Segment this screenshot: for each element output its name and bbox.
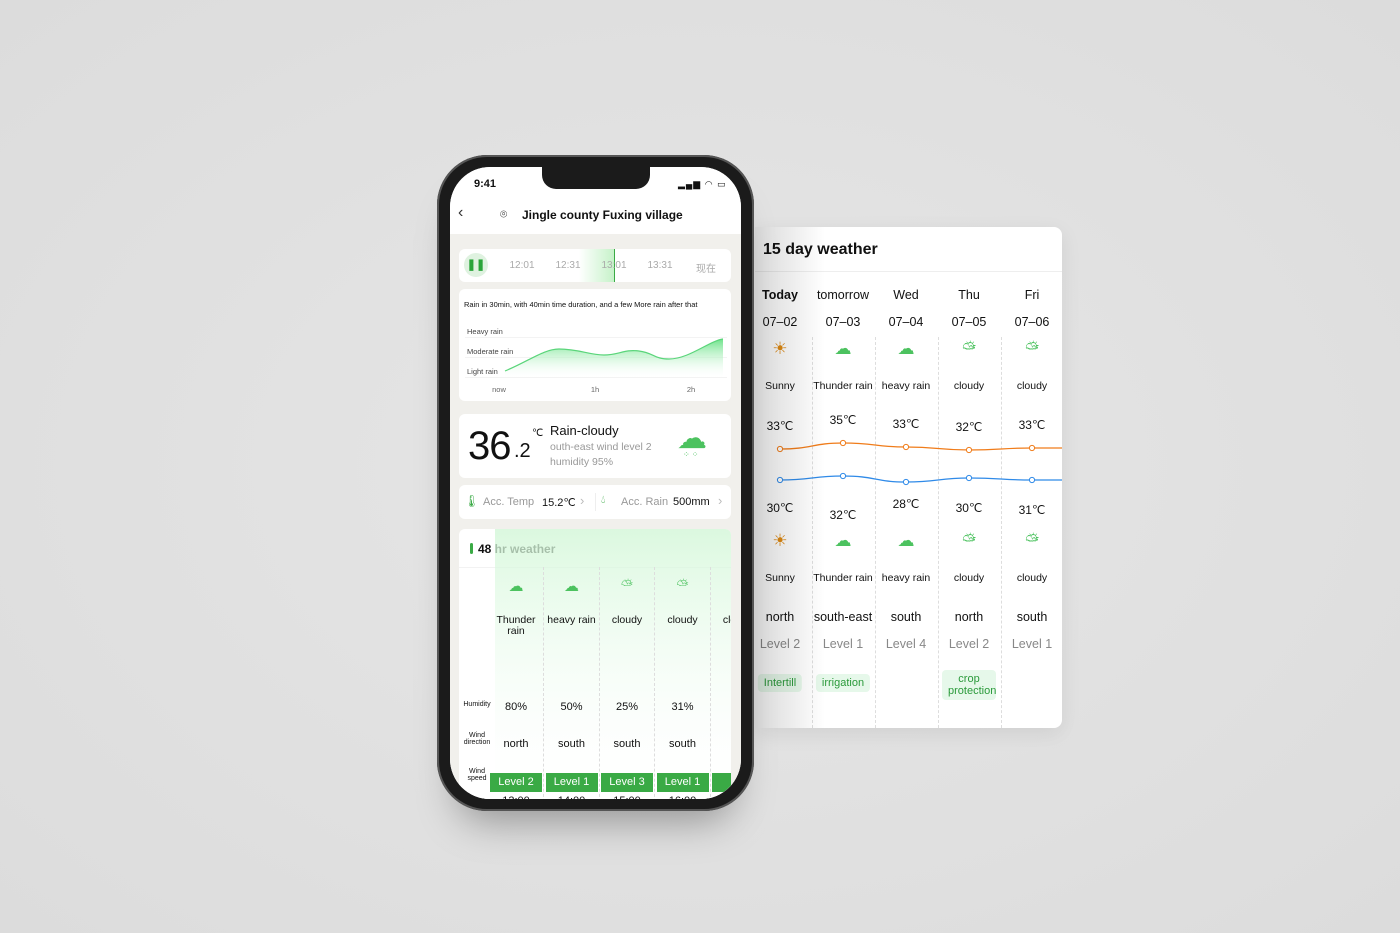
cloudy-icon: ⛅︎ <box>676 577 689 594</box>
column-divider <box>598 567 600 799</box>
rain-x-label: 2h <box>686 385 696 394</box>
wind-speed-row-label: Wind speed <box>467 768 487 782</box>
hourly-humidity: 31% <box>671 701 694 713</box>
hourly-time: 14:00 <box>558 795 586 799</box>
hourly-humidity: 25% <box>615 701 639 713</box>
hourly-desc: cloudy <box>722 614 731 626</box>
rain-x-label: 1h <box>590 385 600 394</box>
cloudy-icon: ⛅︎ <box>620 577 634 594</box>
radar-timeline[interactable]: ❚❚ 12:01 12:31 13:01 13:31 现在 <box>459 249 731 282</box>
hourly-humidity: 50% <box>560 701 583 713</box>
wind-direction-row-label: Wind direction <box>463 732 491 746</box>
temp-unit: ℃ <box>532 428 544 439</box>
rain-forecast-card: Rain in 30min, with 40min time duration,… <box>459 289 731 401</box>
current-temp-decimal: .2 <box>514 440 531 462</box>
hourly-wind-direction: north <box>503 738 529 750</box>
acc-rain-value[interactable]: 500mm <box>673 496 710 508</box>
timeline-time[interactable]: 13:01 <box>601 260 626 271</box>
temp-point <box>776 476 784 484</box>
location-pin-icon: ⌾ <box>500 207 508 221</box>
heavy-rain-icon: ☁ <box>564 578 579 595</box>
back-icon[interactable]: ‹ <box>458 204 463 222</box>
hourly-time: 16:00 <box>669 795 697 799</box>
temp-point <box>776 445 784 453</box>
temp-point <box>965 446 973 454</box>
temp-point <box>839 439 847 447</box>
wind-level-badge: Level 3 <box>601 773 653 792</box>
page-title: Jingle county Fuxing village <box>522 208 683 222</box>
thermometer-icon: 🌡︎ <box>464 494 480 508</box>
accumulation-card: 🌡︎ Acc. Temp 15.2℃ › 💧︎ Acc. Rain 500mm … <box>459 485 731 519</box>
column-divider <box>709 567 711 799</box>
hourly-wind-direction: south <box>558 738 585 750</box>
hourly-temp-chart <box>495 529 731 799</box>
humidity-row-label: Humidity <box>463 701 491 708</box>
acc-temp-label[interactable]: Acc. Temp <box>483 496 534 508</box>
rain-drops-icon: ⁘⁘ <box>683 450 701 459</box>
temp-point <box>902 443 910 451</box>
hourly-card: 48 hr weather ☁Thunder rain26℃80%northLe… <box>459 529 731 799</box>
fifteen-day-card: 15 day weather Today 07–02 ☀ Sunny 33℃ 30℃ ☀ Su… <box>755 227 1062 728</box>
hourly-time: 13:00 <box>502 795 530 799</box>
hourly-humidity: 80% <box>504 701 528 713</box>
temp-point <box>1028 444 1036 452</box>
wind-level-badge: Level 2 <box>490 773 542 792</box>
wind-level-badge: Level 1 <box>656 773 709 792</box>
timeline-time[interactable]: 12:01 <box>509 260 534 271</box>
chevron-right-icon[interactable]: › <box>718 493 722 508</box>
phone-screen: 9:41 ▂▄▆ ◠ ▭ ‹ ⌾ Jingle county Fuxing vi… <box>450 167 741 799</box>
water-drop-icon: 💧︎ <box>601 494 606 506</box>
divider <box>595 493 596 511</box>
acc-temp-value[interactable]: 15.2℃ <box>542 496 576 509</box>
current-condition: Rain-cloudy <box>550 423 619 438</box>
temp-point <box>839 472 847 480</box>
current-humidity: humidity 95% <box>550 456 614 468</box>
timeline-time[interactable]: 现在 <box>696 260 716 275</box>
temp-area <box>495 529 731 799</box>
hourly-wind-direction: south <box>669 738 696 750</box>
hourly-time: 15:00 <box>613 795 641 799</box>
timeline-time[interactable]: 13:31 <box>647 260 672 271</box>
current-wind: outh-east wind level 2 <box>550 441 652 453</box>
low-temp-line <box>779 475 1062 483</box>
status-time: 9:41 <box>474 178 497 190</box>
wind-level-badge: Le <box>712 773 731 792</box>
temp-point <box>965 474 973 482</box>
column-divider <box>654 567 655 799</box>
status-icons: ▂▄▆ ◠ ▭ <box>678 179 727 189</box>
hourly-desc: Thunder rain <box>496 614 536 637</box>
high-temp-line <box>779 442 1062 451</box>
chevron-right-icon[interactable]: › <box>580 493 584 508</box>
daily-temp-chart <box>776 439 1062 486</box>
hourly-desc: heavy rain <box>547 614 596 626</box>
pause-button[interactable]: ❚❚ <box>464 253 488 277</box>
rain-x-label: now <box>492 385 506 394</box>
temp-point <box>902 478 910 486</box>
current-weather-card: 36 .2 ℃ Rain-cloudy outh-east wind level… <box>459 414 731 478</box>
acc-rain-label[interactable]: Acc. Rain <box>621 496 668 508</box>
notch <box>542 167 650 189</box>
thunder-rain-icon: ☁ <box>508 578 524 595</box>
current-temp: 36 <box>468 424 511 468</box>
hourly-wind-direction: south <box>613 738 641 750</box>
column-divider <box>543 567 544 799</box>
hourly-desc: cloudy <box>611 614 643 626</box>
temp-point <box>1028 476 1036 484</box>
timeline-time[interactable]: 12:31 <box>555 260 580 271</box>
wind-level-badge: Level 1 <box>545 773 598 792</box>
hourly-desc: cloudy <box>667 614 698 626</box>
